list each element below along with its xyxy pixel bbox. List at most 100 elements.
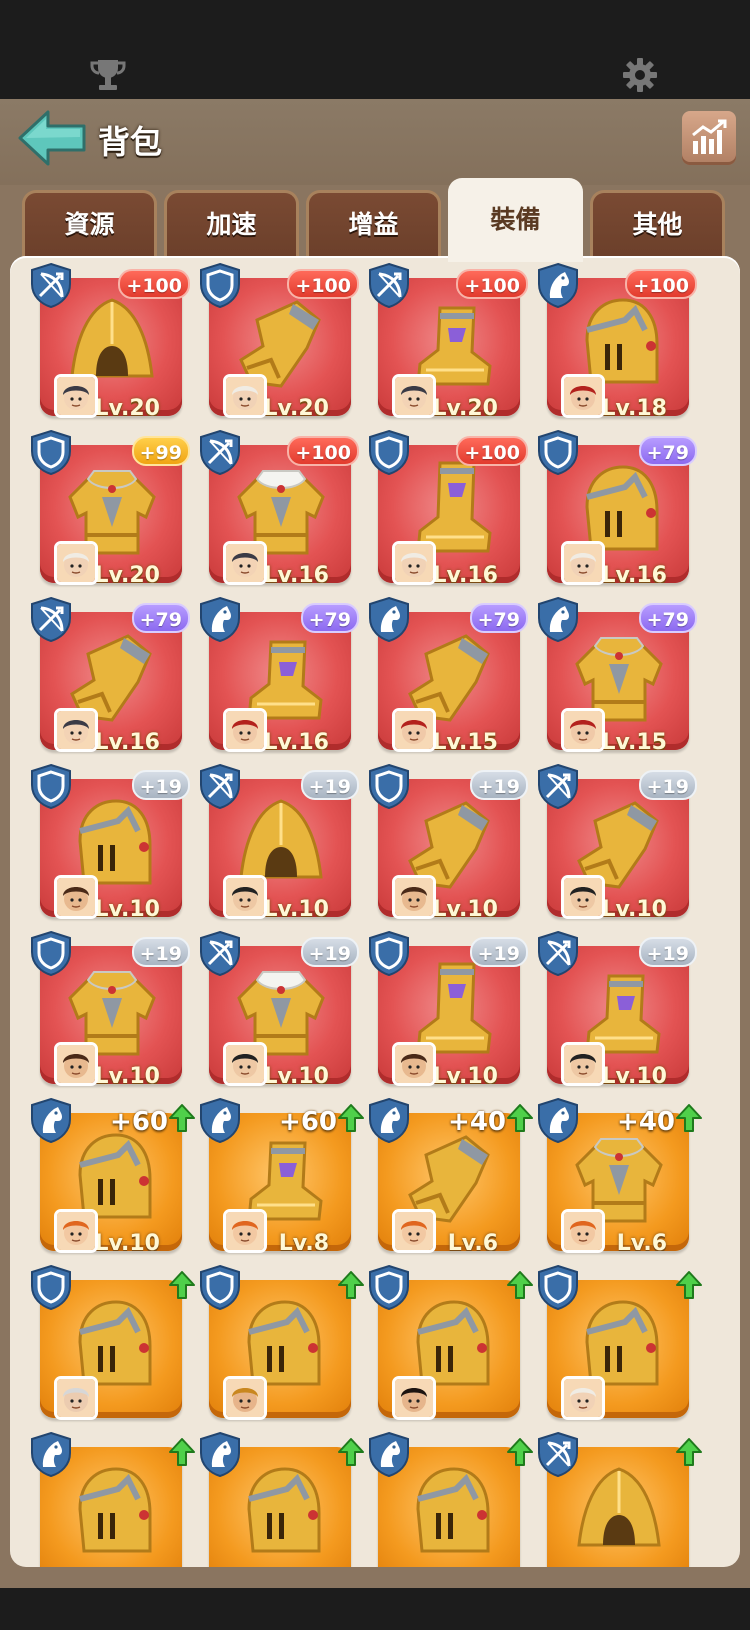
enhance-level-badge: +60 — [110, 1107, 168, 1137]
upgrade-arrow-icon — [675, 1437, 703, 1467]
helmet-hood-icon — [565, 1459, 673, 1567]
horse-type-icon — [366, 596, 412, 643]
equipment-item[interactable]: Lv.16 +100 — [197, 429, 373, 589]
equipment-item[interactable] — [28, 1264, 204, 1424]
equipment-item[interactable] — [366, 1431, 542, 1567]
item-level: Lv.10 — [601, 897, 667, 917]
equipment-item[interactable]: Lv.10 +19 — [197, 763, 373, 923]
equipment-item[interactable]: Lv.10 +19 — [197, 930, 373, 1090]
hero-avatar — [223, 541, 267, 585]
equipment-item[interactable]: Lv.20 +100 — [197, 262, 373, 422]
horse-type-icon — [28, 1431, 74, 1478]
gear-icon[interactable] — [620, 55, 660, 95]
equipment-item[interactable]: Lv.6 +40 — [366, 1097, 542, 1257]
enhance-level-badge: +60 — [279, 1107, 337, 1137]
back-button[interactable] — [16, 107, 88, 169]
helmet-knight-icon — [396, 1459, 504, 1567]
hero-avatar — [54, 541, 98, 585]
horse-type-icon — [28, 1097, 74, 1144]
equipment-item[interactable]: Lv.18 +100 — [535, 262, 711, 422]
tab-equipment[interactable]: 裝備 — [448, 178, 583, 262]
trophy-icon[interactable] — [88, 55, 128, 95]
enhance-level-badge: +79 — [638, 436, 697, 466]
equipment-item[interactable]: Lv.10 +19 — [28, 763, 204, 923]
hero-avatar — [223, 374, 267, 418]
stats-button[interactable] — [682, 111, 736, 165]
equipment-item[interactable]: Lv.16 +79 — [197, 596, 373, 756]
enhance-level-badge: +100 — [118, 269, 190, 299]
enhance-level-badge: +100 — [456, 436, 528, 466]
hero-avatar — [561, 708, 605, 752]
enhance-level-badge: +79 — [131, 603, 190, 633]
page-title: 背包 — [98, 123, 163, 161]
equipment-item[interactable]: Lv.10 +19 — [366, 930, 542, 1090]
equipment-item[interactable]: Lv.20 +100 — [28, 262, 204, 422]
item-level: Lv.16 — [94, 730, 160, 750]
equipment-item[interactable]: Lv.16 +79 — [535, 429, 711, 589]
equipment-item[interactable]: Lv.10 +19 — [535, 930, 711, 1090]
enhance-level-badge: +100 — [625, 269, 697, 299]
item-level: Lv.10 — [432, 897, 498, 917]
bow-type-icon — [366, 262, 412, 309]
equipment-item[interactable] — [535, 1264, 711, 1424]
shield-type-icon — [197, 262, 243, 309]
item-level: Lv.16 — [263, 730, 329, 750]
item-level: Lv.20 — [432, 396, 498, 416]
upgrade-arrow-icon — [168, 1437, 196, 1467]
equipment-item[interactable]: Lv.15 +79 — [535, 596, 711, 756]
helmet-knight-icon — [227, 1459, 335, 1567]
hero-avatar — [223, 708, 267, 752]
item-level: Lv.10 — [94, 1231, 160, 1251]
hero-avatar — [54, 1376, 98, 1420]
equipment-item[interactable] — [197, 1264, 373, 1424]
item-level: Lv.20 — [94, 396, 160, 416]
horse-type-icon — [535, 596, 581, 643]
tab-speedup[interactable]: 加速 — [164, 190, 299, 260]
horse-type-icon — [197, 1097, 243, 1144]
item-level: Lv.20 — [263, 396, 329, 416]
upgrade-arrow-icon — [168, 1103, 196, 1133]
tab-boost[interactable]: 增益 — [306, 190, 441, 260]
hero-avatar — [223, 1042, 267, 1086]
enhance-level-badge: +100 — [287, 269, 359, 299]
shield-type-icon — [28, 763, 74, 810]
upgrade-arrow-icon — [506, 1103, 534, 1133]
enhance-level-badge: +79 — [469, 603, 528, 633]
shield-type-icon — [366, 429, 412, 476]
equipment-item[interactable]: Lv.10 +19 — [28, 930, 204, 1090]
equipment-item[interactable]: Lv.10 +19 — [535, 763, 711, 923]
upgrade-arrow-icon — [168, 1270, 196, 1300]
equipment-item[interactable]: Lv.15 +79 — [366, 596, 542, 756]
equipment-item[interactable]: Lv.10 +60 — [28, 1097, 204, 1257]
bow-type-icon — [535, 763, 581, 810]
equipment-item[interactable]: Lv.16 +100 — [366, 429, 542, 589]
equipment-item[interactable]: Lv.6 +40 — [535, 1097, 711, 1257]
equipment-item[interactable]: Lv.16 +79 — [28, 596, 204, 756]
equipment-item[interactable]: Lv.20 +99 — [28, 429, 204, 589]
equipment-item[interactable]: Lv.10 +19 — [366, 763, 542, 923]
enhance-level-badge: +19 — [469, 770, 528, 800]
equipment-item[interactable]: Lv.20 +100 — [366, 262, 542, 422]
item-level: Lv.16 — [432, 563, 498, 583]
tab-resources[interactable]: 資源 — [22, 190, 157, 260]
bow-type-icon — [197, 763, 243, 810]
item-level: Lv.15 — [601, 730, 667, 750]
inventory-panel[interactable]: Lv.20 +100 Lv.20 +100 Lv.20 +100 Lv.18 +100 — [10, 256, 740, 1567]
item-level: Lv.16 — [263, 563, 329, 583]
bow-type-icon — [28, 596, 74, 643]
equipment-item[interactable]: Lv.8 +60 — [197, 1097, 373, 1257]
hero-avatar — [392, 374, 436, 418]
tab-other[interactable]: 其他 — [590, 190, 725, 260]
equipment-item[interactable] — [28, 1431, 204, 1567]
equipment-item[interactable] — [197, 1431, 373, 1567]
helmet-knight-icon — [58, 1459, 166, 1567]
item-level: Lv.20 — [94, 563, 160, 583]
hero-avatar — [561, 875, 605, 919]
equipment-item[interactable] — [535, 1431, 711, 1567]
status-bar — [0, 0, 750, 99]
equipment-item[interactable] — [366, 1264, 542, 1424]
enhance-level-badge: +19 — [300, 937, 359, 967]
enhance-level-badge: +40 — [617, 1107, 675, 1137]
item-level: Lv.10 — [94, 1064, 160, 1084]
enhance-level-badge: +19 — [638, 770, 697, 800]
